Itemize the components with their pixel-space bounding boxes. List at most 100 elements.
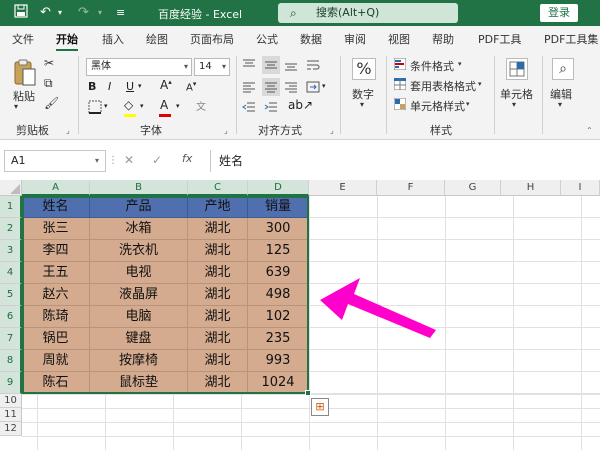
align-right-icon[interactable] — [284, 80, 298, 97]
format-painter-icon[interactable]: 🖌 — [44, 96, 59, 110]
cell-b1[interactable]: 产品 — [90, 196, 188, 218]
font-name-select[interactable]: 黑体 ▾ — [86, 58, 192, 76]
font-launcher-icon[interactable]: ⌟ — [224, 126, 228, 135]
table-cell[interactable]: 王五 — [22, 262, 90, 284]
tab-help[interactable]: 帮助 — [432, 31, 454, 47]
select-all-button[interactable] — [0, 180, 22, 196]
row-header-7[interactable]: 7 — [0, 328, 22, 350]
confirm-icon[interactable]: ✓ — [152, 153, 162, 167]
table-cell[interactable]: 陈石 — [22, 372, 90, 394]
table-cell[interactable]: 湖北 — [188, 262, 248, 284]
quick-analysis-icon[interactable]: ⊞ — [311, 398, 329, 416]
number-format-icon[interactable]: % — [352, 58, 376, 80]
edit-dropdown-icon[interactable]: ▾ — [558, 100, 562, 109]
underline-dropdown-icon[interactable]: ▾ — [138, 82, 142, 90]
undo-icon[interactable]: ↶ — [40, 4, 51, 22]
underline-button[interactable]: U — [126, 80, 134, 93]
row-header-12[interactable]: 12 — [0, 422, 22, 436]
table-cell[interactable]: 湖北 — [188, 218, 248, 240]
tab-formulas[interactable]: 公式 — [256, 31, 278, 47]
fill-color-dropdown-icon[interactable]: ▾ — [140, 102, 144, 110]
merge-dropdown-icon[interactable]: ▾ — [322, 82, 326, 90]
column-header-h[interactable]: H — [501, 180, 561, 196]
table-cell[interactable]: 639 — [248, 262, 309, 284]
table-cell[interactable]: 洗衣机 — [90, 240, 188, 262]
conditional-format-icon[interactable] — [393, 57, 407, 73]
table-cell[interactable]: 300 — [248, 218, 309, 240]
fill-color-icon[interactable]: ◇ — [124, 98, 133, 112]
column-header-d[interactable]: D — [248, 180, 309, 196]
row-header-2[interactable]: 2 — [0, 218, 22, 240]
format-as-table-button[interactable]: 套用表格格式 — [410, 78, 476, 94]
bold-button[interactable]: B — [88, 80, 96, 93]
paste-icon[interactable] — [12, 58, 38, 91]
align-top-icon[interactable] — [242, 58, 256, 75]
clipboard-launcher-icon[interactable]: ⌟ — [66, 126, 70, 135]
align-bottom-icon[interactable] — [284, 58, 298, 75]
cancel-icon[interactable]: ✕ — [124, 153, 134, 167]
table-cell[interactable]: 湖北 — [188, 350, 248, 372]
tab-home[interactable]: 开始 — [56, 31, 78, 51]
tab-pdf-tools[interactable]: PDF工具 — [478, 31, 521, 47]
redo-dropdown-icon[interactable]: ▾ — [98, 4, 102, 22]
chevron-down-icon[interactable]: ▾ — [478, 80, 482, 88]
customize-toolbar-icon[interactable]: ≡ — [116, 4, 125, 22]
table-cell[interactable]: 按摩椅 — [90, 350, 188, 372]
table-cell[interactable]: 液晶屏 — [90, 284, 188, 306]
cell-styles-icon[interactable] — [393, 97, 407, 113]
table-cell[interactable]: 湖北 — [188, 372, 248, 394]
find-icon[interactable]: ⌕ — [552, 58, 574, 80]
name-box[interactable]: A1 ▾ — [4, 150, 106, 172]
tab-page-layout[interactable]: 页面布局 — [190, 31, 234, 47]
row-header-8[interactable]: 8 — [0, 350, 22, 372]
cells-dropdown-icon[interactable]: ▾ — [512, 100, 516, 109]
cell-a1[interactable]: 姓名 — [22, 196, 90, 218]
column-header-f[interactable]: F — [377, 180, 445, 196]
merge-center-icon[interactable] — [306, 80, 320, 97]
insert-function-button[interactable]: fx — [182, 152, 192, 165]
row-header-3[interactable]: 3 — [0, 240, 22, 262]
table-cell[interactable]: 赵六 — [22, 284, 90, 306]
cell-d1[interactable]: 销量 — [248, 196, 309, 218]
tab-view[interactable]: 视图 — [388, 31, 410, 47]
cells-icon[interactable] — [506, 58, 528, 80]
tab-draw[interactable]: 绘图 — [146, 31, 168, 47]
table-cell[interactable]: 125 — [248, 240, 309, 262]
italic-button[interactable]: I — [108, 80, 111, 93]
font-size-select[interactable]: 14 ▾ — [194, 58, 230, 76]
tab-pdf-toolset[interactable]: PDF工具集 — [544, 31, 598, 47]
chevron-down-icon[interactable]: ▾ — [458, 60, 462, 68]
table-cell[interactable]: 湖北 — [188, 240, 248, 262]
fill-handle[interactable] — [305, 390, 311, 396]
table-cell[interactable]: 498 — [248, 284, 309, 306]
row-header-6[interactable]: 6 — [0, 306, 22, 328]
alignment-launcher-icon[interactable]: ⌟ — [330, 126, 334, 135]
tab-review[interactable]: 审阅 — [344, 31, 366, 47]
decrease-indent-icon[interactable] — [242, 100, 256, 117]
table-cell[interactable]: 键盘 — [90, 328, 188, 350]
font-color-icon[interactable]: A — [160, 98, 168, 112]
wrap-text-icon[interactable] — [306, 58, 320, 75]
increase-indent-icon[interactable] — [264, 100, 278, 117]
cell-styles-button[interactable]: 单元格样式 — [410, 98, 465, 114]
table-cell[interactable]: 1024 — [248, 372, 309, 394]
align-middle-icon[interactable] — [262, 56, 280, 74]
table-cell[interactable]: 周就 — [22, 350, 90, 372]
column-header-a[interactable]: A — [22, 180, 90, 196]
save-icon[interactable] — [14, 4, 28, 24]
table-cell[interactable]: 湖北 — [188, 284, 248, 306]
row-header-11[interactable]: 11 — [0, 408, 22, 422]
borders-icon[interactable] — [88, 100, 102, 117]
column-header-e[interactable]: E — [309, 180, 377, 196]
row-header-4[interactable]: 4 — [0, 262, 22, 284]
chevron-down-icon[interactable]: ▾ — [466, 100, 470, 108]
paste-dropdown-icon[interactable]: ▾ — [14, 102, 18, 111]
column-header-b[interactable]: B — [90, 180, 188, 196]
format-as-table-icon[interactable] — [393, 77, 407, 93]
orientation-icon[interactable]: ab↗ — [288, 98, 313, 112]
undo-dropdown-icon[interactable]: ▾ — [58, 4, 62, 22]
table-cell[interactable]: 电脑 — [90, 306, 188, 328]
conditional-format-button[interactable]: 条件格式 — [410, 58, 454, 74]
column-header-i[interactable]: I — [561, 180, 600, 196]
table-cell[interactable]: 张三 — [22, 218, 90, 240]
